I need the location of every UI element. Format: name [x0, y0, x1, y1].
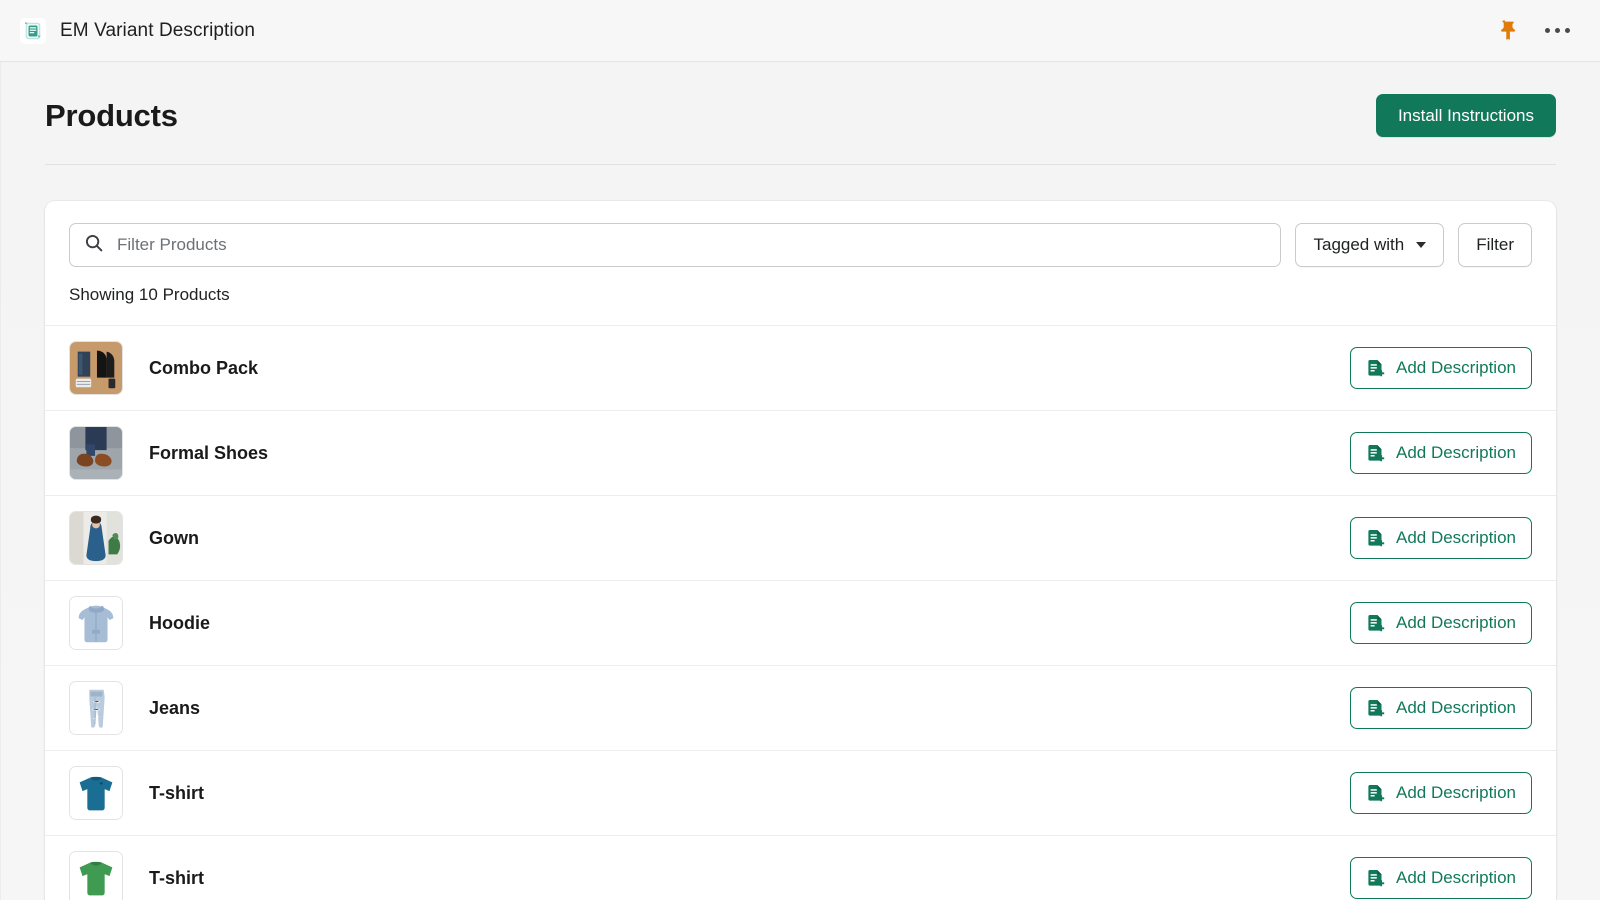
- showing-count: Showing 10 Products: [69, 285, 230, 304]
- product-name: Jeans: [149, 697, 201, 718]
- table-row: Gown Add Description: [45, 495, 1556, 580]
- table-row: T-shirt Add Description: [45, 835, 1556, 900]
- products-card: Tagged with Filter Showing 10 Products C…: [45, 201, 1556, 900]
- gown-thumbnail: [69, 511, 123, 565]
- document-plus-icon: [1366, 443, 1387, 464]
- tshirt-blue-thumbnail: [69, 766, 123, 820]
- product-name: Combo Pack: [149, 357, 259, 378]
- hoodie-thumbnail: [69, 596, 123, 650]
- add-description-button[interactable]: Add Description: [1349, 517, 1532, 559]
- table-row: Formal Shoes Add Description: [45, 410, 1556, 495]
- search-input[interactable]: [117, 235, 1267, 255]
- app-top-bar: “ ” EM Variant Description: [0, 0, 1600, 62]
- top-bar-actions: [1499, 20, 1570, 42]
- combo-pack-thumbnail: [69, 341, 123, 395]
- chevron-down-icon: [1416, 242, 1427, 248]
- document-plus-icon: [1366, 698, 1387, 719]
- app-identity: “ ” EM Variant Description: [20, 17, 256, 44]
- filter-toolbar: Tagged with Filter: [45, 201, 1556, 267]
- quote-document-icon: “ ”: [20, 17, 46, 44]
- install-instructions-button[interactable]: Install Instructions: [1375, 94, 1556, 137]
- search-field[interactable]: [69, 223, 1282, 267]
- document-plus-icon: [1366, 868, 1387, 889]
- add-description-label: Add Description: [1395, 783, 1516, 802]
- table-row: Hoodie Add Description: [45, 580, 1556, 665]
- table-row: Jeans Add Description: [45, 665, 1556, 750]
- add-description-button[interactable]: Add Description: [1349, 347, 1532, 389]
- formal-shoes-thumbnail: [69, 426, 123, 480]
- product-name: Formal Shoes: [149, 442, 269, 463]
- page-header: Products Install Instructions: [1, 62, 1600, 137]
- add-description-button[interactable]: Add Description: [1349, 602, 1532, 644]
- jeans-thumbnail: [69, 681, 123, 735]
- product-name: T-shirt: [149, 867, 205, 888]
- filter-label: Filter: [1476, 235, 1514, 254]
- product-name: Gown: [149, 527, 199, 548]
- page-title: Products: [45, 97, 178, 133]
- pin-icon[interactable]: [1499, 20, 1519, 42]
- table-row: Combo Pack Add Description: [45, 325, 1556, 410]
- add-description-label: Add Description: [1395, 613, 1516, 632]
- document-plus-icon: [1366, 528, 1387, 549]
- filter-button[interactable]: Filter: [1458, 223, 1532, 267]
- add-description-label: Add Description: [1395, 868, 1516, 887]
- table-row: T-shirt Add Description: [45, 750, 1556, 835]
- search-icon: [84, 233, 104, 258]
- product-name: Hoodie: [149, 612, 210, 633]
- page-content: Products Install Instructions Tagged wit…: [0, 62, 1600, 900]
- tagged-with-dropdown[interactable]: Tagged with: [1295, 223, 1445, 267]
- add-description-button[interactable]: Add Description: [1349, 857, 1532, 899]
- add-description-button[interactable]: Add Description: [1349, 687, 1532, 729]
- add-description-button[interactable]: Add Description: [1349, 432, 1532, 474]
- app-title: EM Variant Description: [60, 19, 256, 41]
- tshirt-green-thumbnail: [69, 851, 123, 900]
- product-list: Combo Pack Add Description Formal Shoes …: [45, 325, 1556, 900]
- document-plus-icon: [1366, 358, 1387, 379]
- product-name: T-shirt: [149, 782, 205, 803]
- svg-text:“: “: [24, 21, 28, 29]
- document-plus-icon: [1366, 613, 1387, 634]
- document-plus-icon: [1366, 783, 1387, 804]
- header-divider: [45, 164, 1556, 165]
- add-description-label: Add Description: [1395, 443, 1516, 462]
- more-options-icon[interactable]: [1544, 24, 1570, 38]
- add-description-label: Add Description: [1395, 528, 1516, 547]
- add-description-label: Add Description: [1395, 698, 1516, 717]
- svg-text:”: ”: [37, 35, 41, 43]
- tagged-with-label: Tagged with: [1313, 235, 1405, 254]
- add-description-label: Add Description: [1395, 358, 1516, 377]
- add-description-button[interactable]: Add Description: [1349, 772, 1532, 814]
